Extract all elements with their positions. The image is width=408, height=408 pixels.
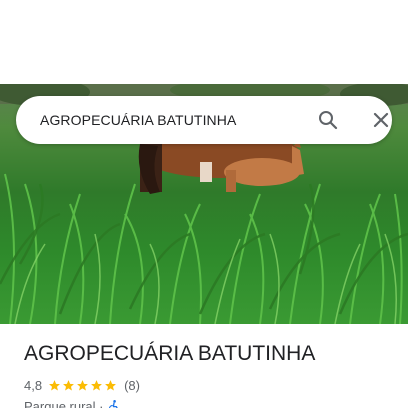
review-count[interactable]: (8) bbox=[124, 378, 140, 393]
place-title: AGROPECUÁRIA BATUTINHA bbox=[24, 342, 316, 365]
search-icon[interactable] bbox=[316, 108, 340, 132]
search-input[interactable]: AGROPECUÁRIA BATUTINHA bbox=[40, 96, 236, 144]
place-info-panel: AGROPECUÁRIA BATUTINHA 4,8 (8) Parque ru… bbox=[0, 324, 408, 408]
close-icon[interactable] bbox=[369, 108, 393, 132]
rating-row[interactable]: 4,8 (8) bbox=[24, 376, 140, 394]
star-icon bbox=[91, 379, 102, 390]
star-rating bbox=[48, 379, 118, 392]
category-row: Parque rural · bbox=[24, 397, 121, 408]
star-icon bbox=[63, 379, 74, 390]
place-category: Parque rural · bbox=[24, 398, 104, 408]
wheelchair-accessible-icon bbox=[109, 400, 119, 408]
star-icon bbox=[49, 379, 60, 390]
star-icon bbox=[105, 379, 116, 390]
star-icon bbox=[77, 379, 88, 390]
search-bar[interactable]: AGROPECUÁRIA BATUTINHA bbox=[16, 96, 392, 144]
top-spacer bbox=[0, 0, 408, 84]
rating-value: 4,8 bbox=[24, 377, 43, 393]
